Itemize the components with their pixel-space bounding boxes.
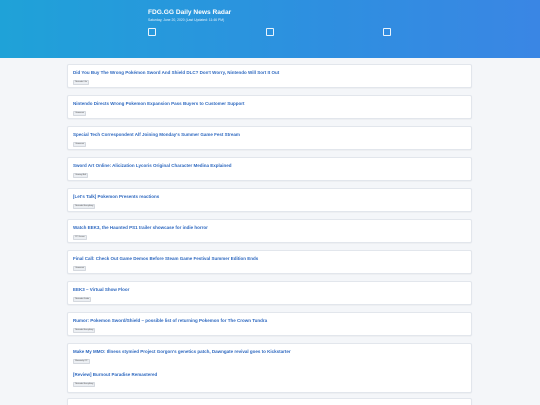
source-badge: Nintendo Life: [73, 80, 90, 85]
news-headline-link[interactable]: [Review] Burnout Paradise Remastered: [73, 372, 157, 377]
source-badge: Gamerant: [73, 266, 87, 271]
source-badge: PC Gamer: [73, 235, 87, 240]
source-badge: Nintendo Everything: [73, 328, 96, 333]
source-badge: Nintendo Guide: [73, 297, 92, 302]
news-headline-link[interactable]: Final Call: Check Out Game Demos Before …: [73, 256, 258, 261]
news-card[interactable]: Nintendo Directs Wrong Pokemon Expansion…: [67, 95, 472, 119]
header-checkbox-2[interactable]: [266, 28, 274, 36]
news-headline-link[interactable]: Sword Art Online: Alicization Lycoris Or…: [73, 163, 232, 168]
news-headline-link[interactable]: [Let's Talk] Pokemon Presents reactions: [73, 194, 159, 199]
source-badge: Gaming Bolt: [73, 173, 89, 178]
news-card[interactable]: Make My MMO: Illness stymied Project Gor…: [67, 343, 472, 393]
news-card[interactable]: Final Call: Check Out Game Demos Before …: [67, 250, 472, 274]
source-badge: Gamerant: [73, 111, 87, 116]
page-title: FDG.GG Daily News Radar: [148, 9, 232, 16]
news-headline-link[interactable]: Did You Buy The Wrong Pokémon Sword And …: [73, 70, 279, 75]
news-headline-link[interactable]: Rumor: Pokemon Sword/Shield – possible l…: [73, 318, 267, 323]
news-headline-link[interactable]: Special Tech Correspondent Alf Joining M…: [73, 132, 240, 137]
last-updated-text: Saturday, June 20, 2020 (Last Updated: 1…: [148, 18, 225, 22]
news-card[interactable]: [Let's Talk] Pokemon Presents reactions …: [67, 188, 472, 212]
news-headline-link[interactable]: EEK3 – Virtual Show Floor: [73, 287, 129, 292]
news-card-partial[interactable]: [67, 398, 472, 405]
news-card[interactable]: Sword Art Online: Alicization Lycoris Or…: [67, 157, 472, 181]
source-badge: Nintendo Everything: [73, 204, 96, 209]
news-headline-link[interactable]: Nintendo Directs Wrong Pokemon Expansion…: [73, 101, 244, 106]
source-badge: Nintendo Everything: [73, 382, 96, 387]
news-card[interactable]: Did You Buy The Wrong Pokémon Sword And …: [67, 64, 472, 88]
news-headline-link[interactable]: Watch EEK3, the Haunted PS1 trailer show…: [73, 225, 208, 230]
header-banner: FDG.GG Daily News Radar Saturday, June 2…: [0, 0, 540, 58]
news-card[interactable]: Watch EEK3, the Haunted PS1 trailer show…: [67, 219, 472, 243]
news-headline-link[interactable]: Make My MMO: Illness stymied Project Gor…: [73, 349, 291, 354]
news-card[interactable]: Special Tech Correspondent Alf Joining M…: [67, 126, 472, 150]
header-checkbox-1[interactable]: [148, 28, 156, 36]
news-card[interactable]: Rumor: Pokemon Sword/Shield – possible l…: [67, 312, 472, 336]
news-card[interactable]: EEK3 – Virtual Show Floor Nintendo Guide: [67, 281, 472, 305]
source-badge: Massively OP: [73, 359, 90, 364]
source-badge: Gamerant: [73, 142, 87, 147]
header-checkbox-3[interactable]: [383, 28, 391, 36]
